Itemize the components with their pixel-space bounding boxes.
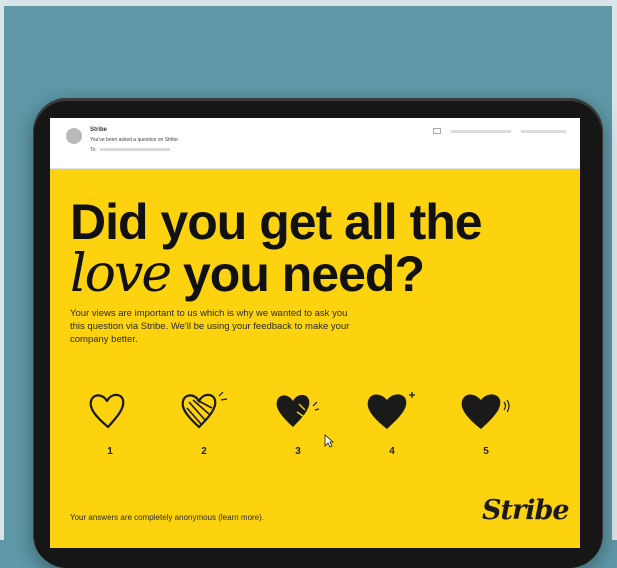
rating-option-2[interactable]: 2 bbox=[174, 390, 234, 457]
headline-script-word: love bbox=[70, 244, 172, 304]
rating-label-3: 3 bbox=[295, 446, 301, 457]
email-screen: Stribe You've been asked a question on S… bbox=[50, 118, 580, 548]
rating-label-2: 2 bbox=[201, 446, 207, 457]
rating-option-1[interactable]: 1 bbox=[80, 390, 140, 457]
email-sender: Stribe bbox=[90, 127, 108, 133]
anonymity-note: Your answers are completely anonymous (l… bbox=[70, 513, 265, 522]
email-subject: You've been asked a question on Stribe bbox=[90, 137, 178, 143]
headline-line-2: love you need? bbox=[70, 248, 482, 300]
email-meta bbox=[433, 128, 566, 134]
recipient-address-blur bbox=[99, 148, 170, 152]
heart-filled-sparkle-icon bbox=[367, 392, 415, 429]
date-blur bbox=[521, 129, 566, 133]
heart-half-filled-icon bbox=[276, 394, 320, 427]
rating-label-1: 1 bbox=[107, 446, 113, 457]
headline-line-2-rest: you need? bbox=[170, 246, 425, 302]
rating-label-4: 4 bbox=[389, 446, 395, 457]
rating-option-3[interactable]: 3 bbox=[268, 390, 328, 457]
brand-logo: Stribe bbox=[482, 495, 570, 526]
to-label: To: bbox=[90, 147, 97, 153]
frame-left bbox=[0, 0, 4, 540]
sender-avatar bbox=[66, 128, 82, 144]
frame-top bbox=[0, 0, 617, 6]
meta-blur bbox=[451, 129, 511, 133]
rating-option-5[interactable]: 5 bbox=[456, 390, 516, 457]
mouse-pointer-icon bbox=[324, 434, 334, 448]
heart-rating-scale: 1 2 3 4 5 bbox=[80, 390, 550, 470]
mail-icon bbox=[433, 128, 441, 134]
email-recipient: To: bbox=[90, 147, 170, 153]
headline-line-1: Did you get all the bbox=[70, 194, 483, 250]
rating-option-4[interactable]: 4 bbox=[362, 390, 422, 457]
heart-outline-icon bbox=[89, 393, 125, 429]
heart-sketch-icon bbox=[181, 391, 228, 429]
rating-label-5: 5 bbox=[483, 446, 489, 457]
email-header: Stribe You've been asked a question on S… bbox=[50, 118, 580, 169]
intro-text: Your views are important to us which is … bbox=[70, 308, 350, 345]
headline: Did you get all the love you need? bbox=[70, 194, 483, 300]
heart-filled-glow-icon bbox=[461, 394, 510, 429]
frame-right bbox=[612, 0, 617, 540]
